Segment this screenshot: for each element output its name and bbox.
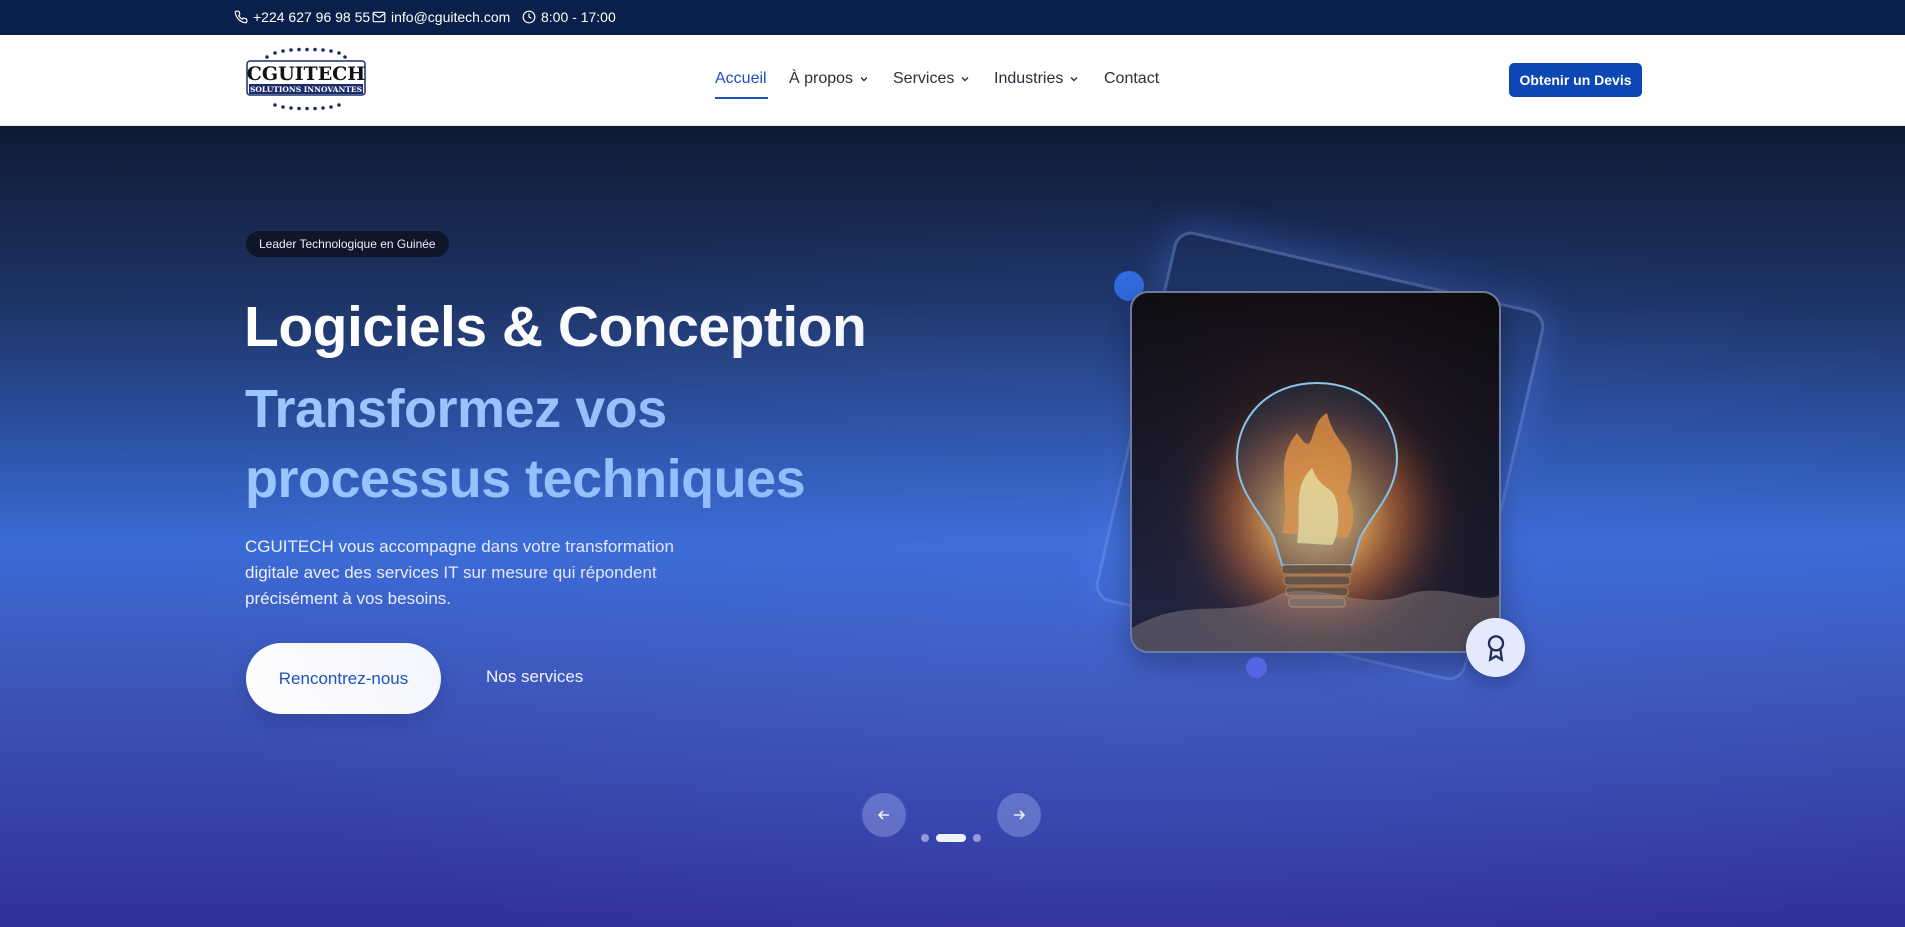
nav-accueil[interactable]: Accueil — [715, 70, 767, 88]
hero-badge: Leader Technologique en Guinée — [246, 231, 449, 257]
services-link[interactable]: Nos services — [486, 667, 583, 687]
arrow-right-icon — [1014, 810, 1026, 820]
award-icon — [1487, 634, 1504, 662]
nav-contact[interactable]: Contact — [1104, 70, 1159, 88]
chevron-down-icon — [1070, 77, 1078, 82]
topbar-hours: 8:00 - 17:00 — [522, 9, 616, 25]
hours-text: 8:00 - 17:00 — [541, 9, 616, 25]
slider-next-button[interactable] — [997, 793, 1041, 837]
top-info-bar: +224 627 96 98 55 info@cguitech.com 8:00… — [0, 0, 1905, 35]
nav-a-propos[interactable]: À propos — [789, 70, 869, 88]
site-logo[interactable]: CGUITECH SOLUTIONS INNOVANTES — [245, 47, 367, 111]
slider-dot-2[interactable] — [936, 834, 966, 842]
arrow-left-icon — [877, 810, 889, 820]
nav-label: Industries — [994, 70, 1064, 87]
slider-dot-3[interactable] — [973, 834, 981, 842]
hero-image — [1130, 291, 1501, 653]
phone-text: +224 627 96 98 55 — [253, 9, 371, 25]
hero-title: Logiciels & Conception — [244, 295, 867, 359]
hero-section: Leader Technologique en Guinée Logiciels… — [0, 126, 1905, 927]
logo-text: CGUITECH — [247, 63, 366, 85]
nav-label: Services — [893, 70, 955, 87]
meet-us-button[interactable]: Rencontrez-nous — [246, 643, 441, 714]
hero-description: CGUITECH vous accompagne dans votre tran… — [245, 537, 674, 608]
clock-icon — [522, 10, 536, 24]
nav-active-underline — [715, 97, 768, 99]
topbar-phone[interactable]: +224 627 96 98 55 — [234, 9, 370, 25]
quote-button[interactable]: Obtenir un Devis — [1509, 63, 1642, 97]
email-text: info@cguitech.com — [391, 9, 511, 25]
main-header: CGUITECH SOLUTIONS INNOVANTES Accueil À … — [0, 35, 1905, 126]
hero-subtitle: Transformez vos processus techniques — [245, 379, 806, 509]
nav-services[interactable]: Services — [893, 70, 970, 88]
nav-label: Accueil — [715, 70, 767, 87]
mail-icon — [372, 11, 386, 23]
nav-label: À propos — [789, 70, 854, 87]
topbar-email[interactable]: info@cguitech.com — [372, 9, 510, 25]
nav-industries[interactable]: Industries — [994, 70, 1079, 88]
decorative-dot — [1246, 657, 1267, 678]
chevron-down-icon — [961, 77, 969, 82]
phone-icon — [234, 10, 248, 24]
award-badge — [1466, 618, 1525, 677]
nav-label: Contact — [1104, 70, 1160, 87]
logo-tagline: SOLUTIONS INNOVANTES — [250, 85, 362, 94]
slider-prev-button[interactable] — [862, 793, 906, 837]
slider-dot-1[interactable] — [921, 834, 929, 842]
chevron-down-icon — [860, 77, 868, 82]
